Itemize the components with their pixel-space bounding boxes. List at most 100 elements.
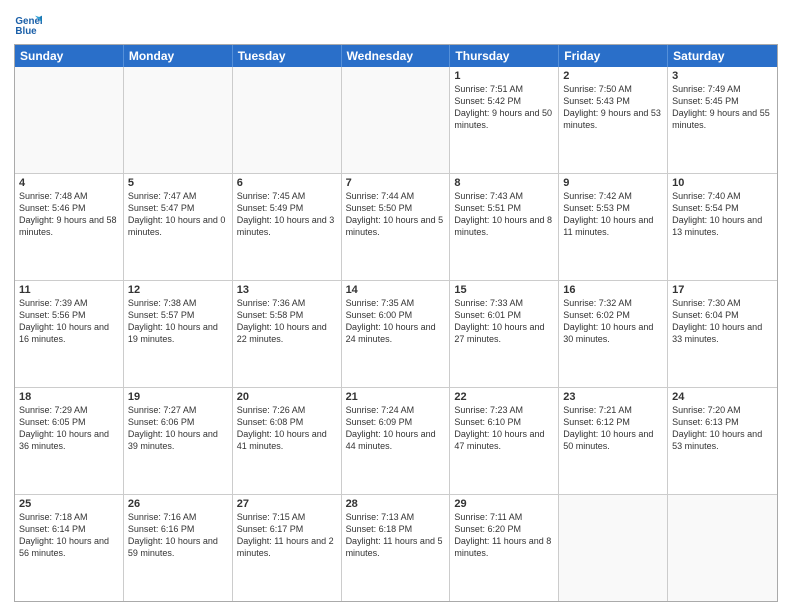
day-info: Sunrise: 7:27 AM Sunset: 6:06 PM Dayligh… <box>128 404 228 453</box>
day-cell-3: 3Sunrise: 7:49 AM Sunset: 5:45 PM Daylig… <box>668 67 777 173</box>
day-cell-13: 13Sunrise: 7:36 AM Sunset: 5:58 PM Dayli… <box>233 281 342 387</box>
day-number: 25 <box>19 498 119 510</box>
day-header-friday: Friday <box>559 45 668 67</box>
day-info: Sunrise: 7:45 AM Sunset: 5:49 PM Dayligh… <box>237 190 337 239</box>
empty-cell-0-1 <box>124 67 233 173</box>
day-number: 21 <box>346 391 446 403</box>
day-cell-4: 4Sunrise: 7:48 AM Sunset: 5:46 PM Daylig… <box>15 174 124 280</box>
day-cell-26: 26Sunrise: 7:16 AM Sunset: 6:16 PM Dayli… <box>124 495 233 601</box>
day-number: 19 <box>128 391 228 403</box>
day-info: Sunrise: 7:16 AM Sunset: 6:16 PM Dayligh… <box>128 511 228 560</box>
logo-icon: General Blue <box>14 10 42 38</box>
day-cell-19: 19Sunrise: 7:27 AM Sunset: 6:06 PM Dayli… <box>124 388 233 494</box>
day-cell-12: 12Sunrise: 7:38 AM Sunset: 5:57 PM Dayli… <box>124 281 233 387</box>
day-cell-21: 21Sunrise: 7:24 AM Sunset: 6:09 PM Dayli… <box>342 388 451 494</box>
day-cell-15: 15Sunrise: 7:33 AM Sunset: 6:01 PM Dayli… <box>450 281 559 387</box>
day-header-sunday: Sunday <box>15 45 124 67</box>
day-cell-28: 28Sunrise: 7:13 AM Sunset: 6:18 PM Dayli… <box>342 495 451 601</box>
day-cell-22: 22Sunrise: 7:23 AM Sunset: 6:10 PM Dayli… <box>450 388 559 494</box>
day-number: 8 <box>454 177 554 189</box>
day-cell-7: 7Sunrise: 7:44 AM Sunset: 5:50 PM Daylig… <box>342 174 451 280</box>
day-cell-2: 2Sunrise: 7:50 AM Sunset: 5:43 PM Daylig… <box>559 67 668 173</box>
day-number: 17 <box>672 284 773 296</box>
day-number: 15 <box>454 284 554 296</box>
day-info: Sunrise: 7:47 AM Sunset: 5:47 PM Dayligh… <box>128 190 228 239</box>
day-number: 4 <box>19 177 119 189</box>
logo: General Blue <box>14 10 42 38</box>
day-cell-6: 6Sunrise: 7:45 AM Sunset: 5:49 PM Daylig… <box>233 174 342 280</box>
day-number: 22 <box>454 391 554 403</box>
day-info: Sunrise: 7:49 AM Sunset: 5:45 PM Dayligh… <box>672 83 773 132</box>
day-cell-1: 1Sunrise: 7:51 AM Sunset: 5:42 PM Daylig… <box>450 67 559 173</box>
day-info: Sunrise: 7:51 AM Sunset: 5:42 PM Dayligh… <box>454 83 554 132</box>
svg-text:Blue: Blue <box>15 26 37 37</box>
day-info: Sunrise: 7:48 AM Sunset: 5:46 PM Dayligh… <box>19 190 119 239</box>
day-info: Sunrise: 7:50 AM Sunset: 5:43 PM Dayligh… <box>563 83 663 132</box>
day-number: 7 <box>346 177 446 189</box>
day-number: 26 <box>128 498 228 510</box>
day-number: 3 <box>672 70 773 82</box>
day-info: Sunrise: 7:42 AM Sunset: 5:53 PM Dayligh… <box>563 190 663 239</box>
day-cell-20: 20Sunrise: 7:26 AM Sunset: 6:08 PM Dayli… <box>233 388 342 494</box>
page-header: General Blue <box>14 10 778 38</box>
day-number: 11 <box>19 284 119 296</box>
day-cell-5: 5Sunrise: 7:47 AM Sunset: 5:47 PM Daylig… <box>124 174 233 280</box>
empty-cell-0-3 <box>342 67 451 173</box>
day-info: Sunrise: 7:32 AM Sunset: 6:02 PM Dayligh… <box>563 297 663 346</box>
day-cell-29: 29Sunrise: 7:11 AM Sunset: 6:20 PM Dayli… <box>450 495 559 601</box>
day-info: Sunrise: 7:36 AM Sunset: 5:58 PM Dayligh… <box>237 297 337 346</box>
calendar-row-0: 1Sunrise: 7:51 AM Sunset: 5:42 PM Daylig… <box>15 67 777 173</box>
day-info: Sunrise: 7:39 AM Sunset: 5:56 PM Dayligh… <box>19 297 119 346</box>
day-cell-18: 18Sunrise: 7:29 AM Sunset: 6:05 PM Dayli… <box>15 388 124 494</box>
day-header-tuesday: Tuesday <box>233 45 342 67</box>
day-number: 18 <box>19 391 119 403</box>
day-number: 14 <box>346 284 446 296</box>
day-info: Sunrise: 7:35 AM Sunset: 6:00 PM Dayligh… <box>346 297 446 346</box>
day-number: 13 <box>237 284 337 296</box>
day-header-wednesday: Wednesday <box>342 45 451 67</box>
day-number: 12 <box>128 284 228 296</box>
day-cell-23: 23Sunrise: 7:21 AM Sunset: 6:12 PM Dayli… <box>559 388 668 494</box>
empty-cell-4-6 <box>668 495 777 601</box>
day-info: Sunrise: 7:43 AM Sunset: 5:51 PM Dayligh… <box>454 190 554 239</box>
day-info: Sunrise: 7:40 AM Sunset: 5:54 PM Dayligh… <box>672 190 773 239</box>
day-info: Sunrise: 7:18 AM Sunset: 6:14 PM Dayligh… <box>19 511 119 560</box>
day-number: 9 <box>563 177 663 189</box>
day-number: 29 <box>454 498 554 510</box>
day-info: Sunrise: 7:30 AM Sunset: 6:04 PM Dayligh… <box>672 297 773 346</box>
day-info: Sunrise: 7:21 AM Sunset: 6:12 PM Dayligh… <box>563 404 663 453</box>
day-cell-27: 27Sunrise: 7:15 AM Sunset: 6:17 PM Dayli… <box>233 495 342 601</box>
day-info: Sunrise: 7:26 AM Sunset: 6:08 PM Dayligh… <box>237 404 337 453</box>
calendar-body: 1Sunrise: 7:51 AM Sunset: 5:42 PM Daylig… <box>15 67 777 601</box>
day-info: Sunrise: 7:23 AM Sunset: 6:10 PM Dayligh… <box>454 404 554 453</box>
day-header-thursday: Thursday <box>450 45 559 67</box>
calendar-row-4: 25Sunrise: 7:18 AM Sunset: 6:14 PM Dayli… <box>15 494 777 601</box>
day-cell-10: 10Sunrise: 7:40 AM Sunset: 5:54 PM Dayli… <box>668 174 777 280</box>
empty-cell-4-5 <box>559 495 668 601</box>
day-info: Sunrise: 7:15 AM Sunset: 6:17 PM Dayligh… <box>237 511 337 560</box>
day-cell-8: 8Sunrise: 7:43 AM Sunset: 5:51 PM Daylig… <box>450 174 559 280</box>
day-info: Sunrise: 7:20 AM Sunset: 6:13 PM Dayligh… <box>672 404 773 453</box>
day-info: Sunrise: 7:38 AM Sunset: 5:57 PM Dayligh… <box>128 297 228 346</box>
empty-cell-0-2 <box>233 67 342 173</box>
calendar-row-2: 11Sunrise: 7:39 AM Sunset: 5:56 PM Dayli… <box>15 280 777 387</box>
day-number: 2 <box>563 70 663 82</box>
day-number: 1 <box>454 70 554 82</box>
day-header-monday: Monday <box>124 45 233 67</box>
day-cell-17: 17Sunrise: 7:30 AM Sunset: 6:04 PM Dayli… <box>668 281 777 387</box>
day-info: Sunrise: 7:24 AM Sunset: 6:09 PM Dayligh… <box>346 404 446 453</box>
day-info: Sunrise: 7:13 AM Sunset: 6:18 PM Dayligh… <box>346 511 446 560</box>
day-cell-11: 11Sunrise: 7:39 AM Sunset: 5:56 PM Dayli… <box>15 281 124 387</box>
day-number: 20 <box>237 391 337 403</box>
day-header-saturday: Saturday <box>668 45 777 67</box>
day-number: 28 <box>346 498 446 510</box>
day-number: 10 <box>672 177 773 189</box>
calendar-row-1: 4Sunrise: 7:48 AM Sunset: 5:46 PM Daylig… <box>15 173 777 280</box>
day-number: 16 <box>563 284 663 296</box>
day-info: Sunrise: 7:44 AM Sunset: 5:50 PM Dayligh… <box>346 190 446 239</box>
day-cell-16: 16Sunrise: 7:32 AM Sunset: 6:02 PM Dayli… <box>559 281 668 387</box>
day-number: 23 <box>563 391 663 403</box>
calendar-row-3: 18Sunrise: 7:29 AM Sunset: 6:05 PM Dayli… <box>15 387 777 494</box>
day-info: Sunrise: 7:29 AM Sunset: 6:05 PM Dayligh… <box>19 404 119 453</box>
day-number: 27 <box>237 498 337 510</box>
